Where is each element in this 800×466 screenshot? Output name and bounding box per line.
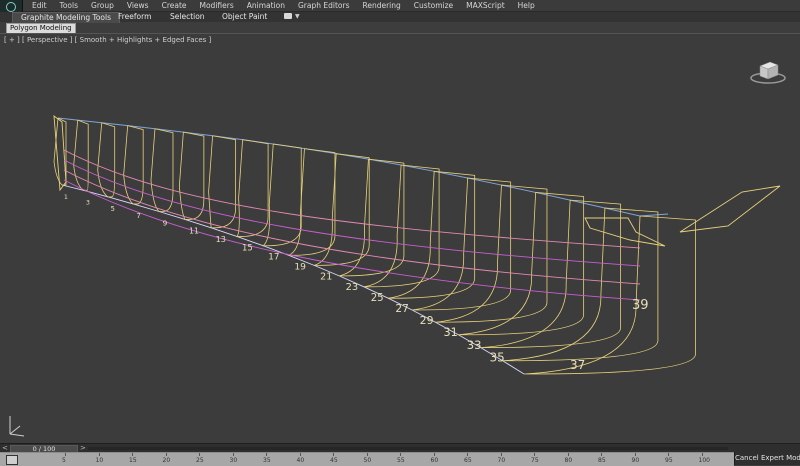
track-bar-tick	[467, 453, 468, 456]
track-bar-tick	[601, 453, 602, 456]
hull-section-4	[123, 125, 144, 205]
hull-section-11	[314, 153, 370, 266]
track-bar-tick	[65, 453, 66, 456]
rudder-outline	[679, 185, 781, 233]
track-bar-tick	[165, 453, 167, 456]
track-bar-tick	[400, 453, 401, 456]
station-label-5: 5	[111, 205, 115, 213]
stern-outline	[584, 217, 666, 247]
station-label-29: 29	[420, 314, 434, 327]
track-bar-tick	[98, 453, 100, 456]
hull-section-20	[523, 215, 696, 375]
track-bar-number: 35	[263, 457, 271, 464]
sheer-line	[57, 117, 669, 217]
track-bar-tick	[668, 453, 669, 456]
hull-section-12	[339, 158, 405, 277]
track-bar-tick	[567, 453, 569, 456]
track-bar-number: 10	[95, 457, 104, 464]
track-bar-tick	[132, 453, 133, 456]
station-label-9: 9	[163, 218, 168, 227]
track-bar-number: 45	[330, 457, 338, 464]
station-label-7: 7	[136, 211, 140, 220]
track-bar-tick	[232, 453, 234, 456]
station-label-39: 39	[632, 298, 649, 313]
track-bar-number: 20	[162, 457, 171, 464]
hull-section-9	[261, 143, 302, 247]
track-bar-number: 85	[598, 457, 606, 464]
track-bar-number: 30	[229, 457, 238, 464]
track-bar-number: 60	[430, 457, 439, 464]
station-label-21: 21	[320, 271, 332, 282]
waterline-2	[63, 159, 641, 267]
station-label-13: 13	[216, 234, 226, 244]
station-label-17: 17	[268, 253, 279, 263]
track-bar-number: 95	[665, 457, 673, 464]
track-bar-tick	[333, 453, 334, 456]
track-bar-icon[interactable]	[6, 455, 18, 465]
track-bar-tick	[299, 453, 301, 456]
time-slider-track[interactable]	[88, 447, 728, 450]
keel-line	[61, 184, 525, 375]
station-label-19: 19	[294, 262, 306, 272]
waterline-1	[63, 149, 641, 249]
track-bar-number: 100	[698, 457, 710, 464]
bow-outline	[53, 115, 67, 192]
track-bar-number: 75	[531, 457, 539, 464]
track-bar-number: 55	[397, 457, 405, 464]
station-label-25: 25	[371, 293, 384, 304]
station-label-37: 37	[570, 358, 585, 372]
track-bar-tick	[634, 453, 636, 456]
station-label-31: 31	[443, 326, 457, 339]
track-bar-tick	[366, 453, 368, 456]
track-bar-tick	[701, 453, 703, 456]
track-bar-number: 70	[497, 457, 506, 464]
station-label-27: 27	[395, 303, 408, 315]
hull-section-15	[412, 177, 512, 311]
track-bar-number: 5	[62, 457, 66, 464]
track-bar-tick	[266, 453, 267, 456]
track-bar[interactable]: 5 10 15 20 25 30 35 40 45 50 55 60 65 70 75 80 85 90 95 100	[0, 452, 734, 466]
track-bar-tick	[534, 453, 535, 456]
hull-section-3	[97, 122, 116, 198]
hull-section-17	[458, 192, 585, 336]
station-label-11: 11	[189, 226, 199, 235]
hull-section-19	[502, 207, 659, 362]
track-bar-number: 40	[296, 457, 305, 464]
station-label-1: 1	[64, 194, 68, 201]
track-bar-tick	[433, 453, 435, 456]
track-bar-number: 65	[464, 457, 472, 464]
cancel-expert-mode-button[interactable]: Cancel Expert Mode	[734, 452, 800, 465]
track-bar-tick	[199, 453, 200, 456]
station-label-35: 35	[490, 351, 505, 365]
track-bar-number: 80	[564, 457, 573, 464]
hull-section-2	[73, 119, 89, 191]
track-bar-tick	[500, 453, 502, 456]
station-label-33: 33	[467, 338, 482, 352]
hull-section-5	[150, 128, 174, 212]
track-bar-number: 25	[196, 457, 204, 464]
track-bar-number: 90	[631, 457, 640, 464]
hull-wireframe[interactable]: 13579111315171921232527293133353739	[0, 0, 800, 443]
hull-section-18	[480, 199, 622, 349]
station-label-23: 23	[346, 282, 359, 293]
station-label-15: 15	[242, 243, 253, 253]
hull-section-10	[288, 148, 336, 256]
track-bar-number: 50	[363, 457, 372, 464]
track-bar-number: 15	[129, 457, 137, 464]
hull-section-8	[236, 139, 269, 237]
station-label-3: 3	[86, 199, 90, 206]
